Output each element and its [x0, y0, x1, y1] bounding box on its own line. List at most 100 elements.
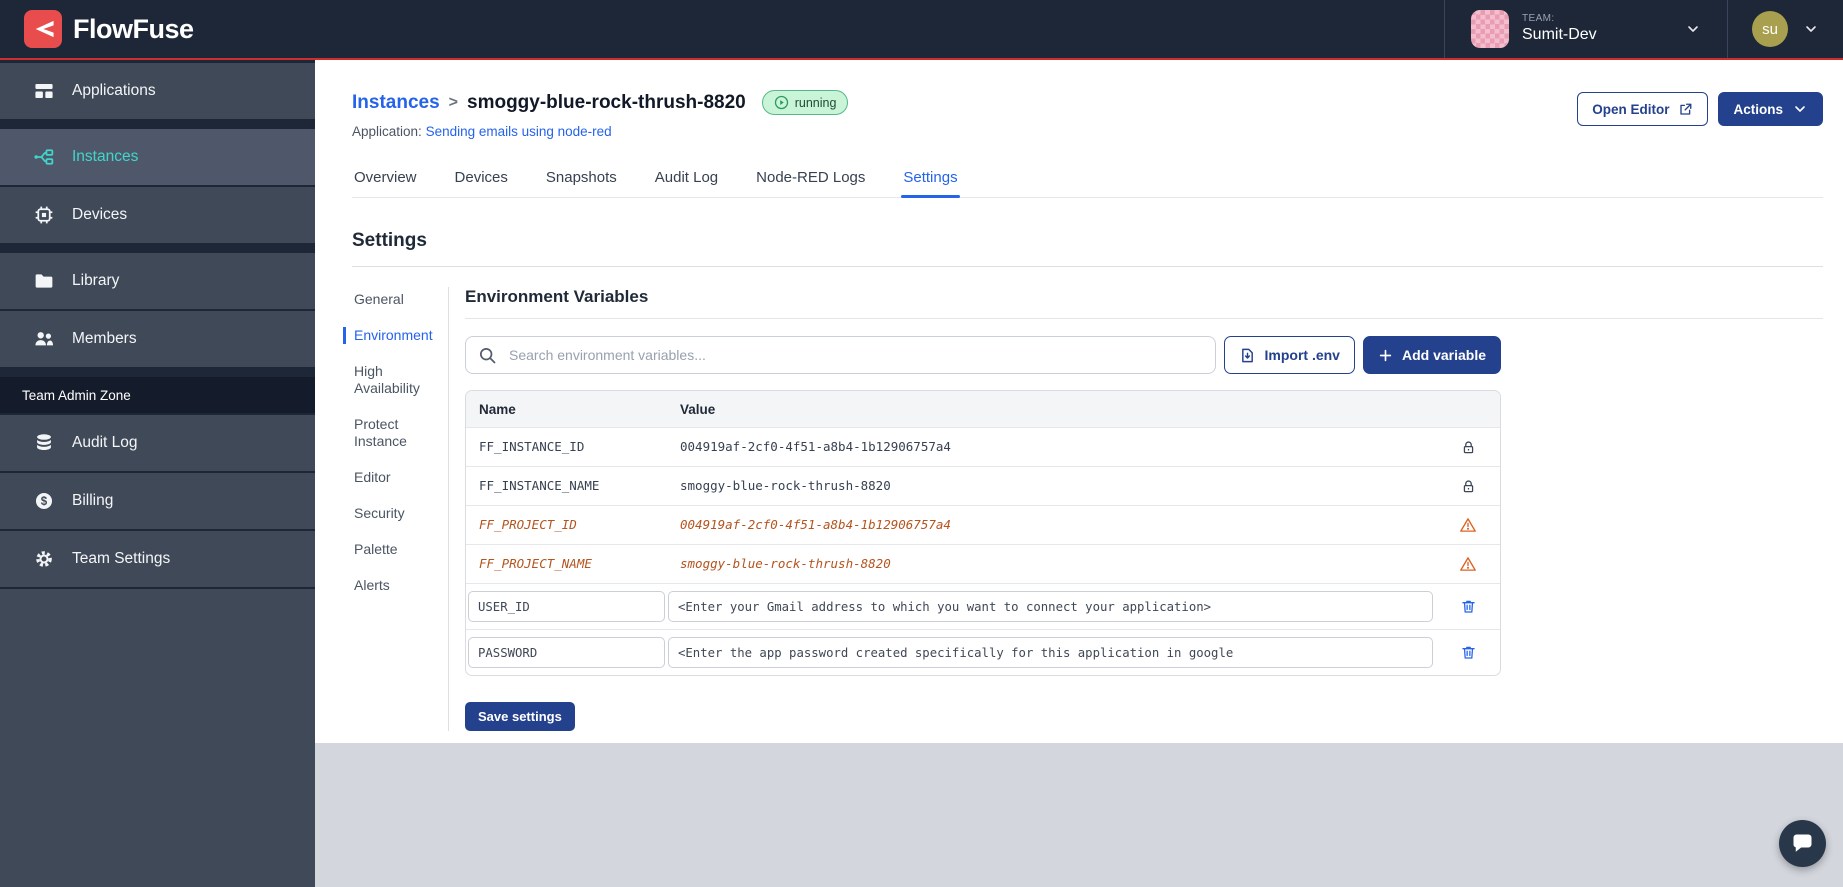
topbar-right: TEAM: Sumit-Dev su: [1444, 0, 1843, 58]
sidebar-group: Instances Devices: [0, 129, 315, 243]
members-icon: [33, 328, 55, 350]
sidebar-item-label: Instances: [72, 148, 139, 165]
table-row: FF_INSTANCE_ID 004919af-2cf0-4f51-a8b4-1b…: [466, 427, 1500, 466]
tab-overview[interactable]: Overview: [352, 163, 419, 197]
settings-nav-general[interactable]: General: [343, 291, 440, 308]
external-link-icon: [1678, 102, 1693, 117]
add-variable-button[interactable]: Add variable: [1362, 336, 1501, 374]
env-name: FF_INSTANCE_ID: [479, 439, 585, 454]
tab-devices[interactable]: Devices: [453, 163, 510, 197]
import-env-button[interactable]: Import .env: [1223, 336, 1355, 374]
sidebar-item-members[interactable]: Members: [0, 311, 315, 367]
env-name-input[interactable]: [468, 637, 665, 668]
env-name-input[interactable]: [468, 591, 665, 622]
brand[interactable]: FlowFuse: [0, 10, 194, 48]
sidebar-item-label: Devices: [72, 206, 128, 223]
settings-body: General Environment High Availability Prote…: [343, 287, 1823, 731]
settings-nav: General Environment High Availability Prote…: [343, 287, 449, 731]
search-icon: [478, 346, 497, 365]
lock-icon: [1460, 439, 1477, 456]
flowfuse-logo-icon: [24, 10, 62, 48]
sidebar-filler: [0, 589, 315, 887]
import-icon: [1239, 347, 1256, 364]
settings-nav-high-availability[interactable]: High Availability: [343, 363, 440, 397]
tab-node-red-logs[interactable]: Node-RED Logs: [754, 163, 867, 197]
trash-icon: [1460, 644, 1477, 661]
sidebar-item-label: Applications: [72, 82, 156, 99]
env-variables-table: Name Value FF_INSTANCE_ID 004919af-2cf0-4…: [465, 390, 1501, 676]
page-header: Instances > smoggy-blue-rock-thrush-8820…: [352, 60, 1823, 139]
table-row: [466, 629, 1500, 675]
application-line: Application: Sending emails using node-r…: [352, 124, 848, 139]
breadcrumb: Instances > smoggy-blue-rock-thrush-8820…: [352, 90, 849, 115]
sidebar-group: Applications: [0, 63, 315, 119]
chat-icon: [1789, 830, 1816, 857]
settings-nav-security[interactable]: Security: [343, 505, 440, 522]
svg-text:$: $: [41, 496, 48, 508]
trash-icon: [1460, 598, 1477, 615]
settings-title: Settings: [352, 230, 427, 251]
team-avatar: [1471, 10, 1509, 48]
sidebar-item-team-settings[interactable]: Team Settings: [0, 531, 315, 587]
library-icon: [33, 270, 55, 292]
status-badge: running: [761, 90, 849, 115]
audit-log-icon: [33, 432, 55, 454]
import-env-label: Import .env: [1264, 347, 1340, 363]
plus-icon: [1378, 348, 1393, 363]
sidebar-item-library[interactable]: Library: [0, 253, 315, 309]
page-title: smoggy-blue-rock-thrush-8820: [467, 91, 746, 113]
env-name: FF_PROJECT_NAME: [479, 556, 592, 571]
sidebar-item-billing[interactable]: $ Billing: [0, 473, 315, 529]
tab-settings[interactable]: Settings: [901, 163, 960, 198]
team-admin-zone-header: Team Admin Zone: [0, 377, 315, 413]
delete-variable-button[interactable]: [1458, 642, 1479, 663]
sidebar-item-audit-log[interactable]: Audit Log: [0, 415, 315, 471]
tab-snapshots[interactable]: Snapshots: [544, 163, 619, 197]
sidebar-item-instances[interactable]: Instances: [0, 129, 315, 185]
sidebar-item-devices[interactable]: Devices: [0, 187, 315, 243]
settings-nav-editor[interactable]: Editor: [343, 469, 440, 486]
avatar: su: [1752, 11, 1788, 47]
application-link[interactable]: Sending emails using node-red: [426, 124, 612, 139]
open-editor-button[interactable]: Open Editor: [1577, 92, 1709, 126]
brand-name: FlowFuse: [73, 13, 194, 44]
actions-button[interactable]: Actions: [1718, 92, 1823, 126]
table-row: FF_PROJECT_NAME smoggy-blue-rock-thrush-8…: [466, 544, 1500, 583]
env-name: FF_INSTANCE_NAME: [479, 478, 600, 493]
team-settings-icon: [33, 548, 55, 570]
search-input[interactable]: [507, 346, 1203, 364]
team-label: TEAM:: [1522, 12, 1555, 24]
application-label: Application:: [352, 124, 422, 139]
env-value: 004919af-2cf0-4f51-a8b4-1b12906757a4: [680, 517, 951, 532]
main-area: Instances > smoggy-blue-rock-thrush-8820…: [315, 60, 1843, 887]
chevron-down-icon: [1792, 101, 1808, 117]
env-value: smoggy-blue-rock-thrush-8820: [680, 478, 891, 493]
environment-title: Environment Variables: [465, 287, 649, 306]
settings-nav-alerts[interactable]: Alerts: [343, 577, 440, 594]
team-selector[interactable]: TEAM: Sumit-Dev: [1444, 0, 1727, 58]
delete-variable-button[interactable]: [1458, 596, 1479, 617]
env-value-input[interactable]: [668, 637, 1433, 668]
settings-nav-palette[interactable]: Palette: [343, 541, 440, 558]
settings-nav-environment[interactable]: Environment: [343, 327, 440, 344]
sidebar-item-applications[interactable]: Applications: [0, 63, 315, 119]
save-settings-button[interactable]: Save settings: [465, 702, 575, 731]
user-menu[interactable]: su: [1727, 0, 1843, 58]
add-variable-label: Add variable: [1401, 347, 1486, 363]
sidebar-group: Library Members: [0, 253, 315, 367]
settings-nav-protect-instance[interactable]: Protect Instance: [343, 416, 440, 450]
env-value-input[interactable]: [668, 591, 1433, 622]
env-name: FF_PROJECT_ID: [479, 517, 577, 532]
warning-icon: [1459, 555, 1477, 573]
breadcrumb-instances-link[interactable]: Instances: [352, 92, 440, 114]
content: Instances > smoggy-blue-rock-thrush-8820…: [315, 60, 1843, 743]
environment-divider: [465, 318, 1823, 319]
tab-audit-log[interactable]: Audit Log: [653, 163, 720, 197]
sidebar: Applications Instances Devices Library Membe…: [0, 60, 315, 887]
warning-icon: [1459, 516, 1477, 534]
billing-icon: $: [33, 490, 55, 512]
open-editor-label: Open Editor: [1592, 101, 1670, 117]
chat-widget-button[interactable]: [1779, 820, 1826, 867]
applications-icon: [33, 80, 55, 102]
actions-label: Actions: [1733, 101, 1783, 117]
